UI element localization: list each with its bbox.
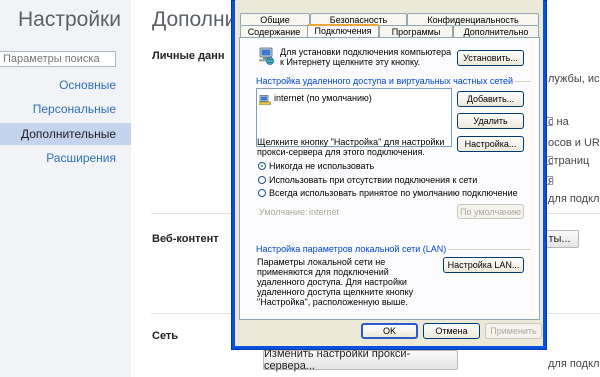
radio-never-label[interactable]: Никогда не использовать bbox=[269, 161, 374, 171]
nav-item-basics[interactable]: Основные bbox=[0, 74, 131, 96]
settings-title: Настройки bbox=[18, 8, 121, 31]
page-title: Дополни bbox=[152, 8, 237, 31]
settings-text-fragment: для подкл bbox=[548, 358, 600, 370]
section-webcontent-heading: Веб-контент bbox=[152, 233, 219, 245]
set-default-button[interactable]: По умолчанию bbox=[457, 204, 524, 219]
default-label: Умолчание: bbox=[259, 207, 308, 217]
checkbox-fragment[interactable] bbox=[547, 156, 553, 165]
add-button[interactable]: Добавить... bbox=[457, 91, 524, 107]
default-value: internet bbox=[309, 207, 340, 217]
tab-content[interactable]: Содержание bbox=[240, 25, 308, 37]
setup-button[interactable]: Установить... bbox=[457, 50, 524, 66]
lan-settings-button[interactable]: Настройка LAN... bbox=[443, 257, 524, 273]
settings-text-fragment: для подкл bbox=[548, 193, 600, 205]
dialup-group-title: Настройка удаленного доступа и виртуальн… bbox=[254, 76, 516, 86]
checkbox-fragment[interactable] bbox=[547, 117, 553, 126]
nav-item-advanced[interactable]: Дополнительные bbox=[0, 123, 131, 145]
radio-always[interactable] bbox=[258, 189, 266, 197]
settings-text-fragment: лужбы, исп bbox=[548, 73, 600, 85]
apply-button[interactable]: Применить bbox=[485, 323, 542, 339]
tab-general[interactable]: Общие bbox=[240, 13, 310, 25]
radio-never[interactable] bbox=[258, 162, 266, 170]
radio-always-label[interactable]: Всегда использовать принятое по умолчани… bbox=[269, 188, 518, 198]
connection-item[interactable]: internet (по умолчанию) bbox=[274, 93, 372, 103]
tab-programs[interactable]: Программы bbox=[379, 25, 453, 37]
settings-text-fragment: страниц bbox=[548, 155, 590, 167]
radio-when-no-network-label[interactable]: Использовать при отсутствии подключения … bbox=[269, 175, 477, 185]
cancel-button[interactable]: Отмена bbox=[423, 323, 480, 339]
proxy-settings-button[interactable]: Изменить настройки прокси-сервера... bbox=[263, 348, 458, 372]
lan-group-title: Настройка параметров локальной сети (LAN… bbox=[254, 244, 449, 254]
proxy-hint-text: Щелкните кнопку "Настройка" для настройк… bbox=[257, 137, 445, 157]
nav-item-extensions[interactable]: Расширения bbox=[0, 147, 131, 169]
tab-advanced[interactable]: Дополнительно bbox=[453, 25, 539, 37]
tab-connections[interactable]: Подключения bbox=[307, 24, 379, 37]
section-network-heading: Сеть bbox=[152, 330, 179, 342]
lan-description: Параметры локальной сети не применяются … bbox=[257, 257, 414, 307]
settings-search-input[interactable] bbox=[0, 51, 116, 67]
settings-button[interactable]: Настройка... bbox=[457, 136, 524, 152]
radio-when-no-network[interactable] bbox=[258, 176, 266, 184]
settings-text-fragment: осов и URL bbox=[548, 137, 600, 149]
dialup-connection-icon bbox=[258, 92, 272, 105]
remove-button[interactable]: Удалить bbox=[457, 113, 524, 129]
network-computer-icon bbox=[257, 47, 275, 65]
tab-privacy[interactable]: Конфиденциальность bbox=[407, 13, 539, 25]
section-personal-heading: Личные данн bbox=[152, 50, 225, 62]
nav-item-personal[interactable]: Персональные bbox=[0, 98, 131, 120]
checkbox-fragment[interactable] bbox=[547, 176, 553, 185]
setup-description: Для установки подключения компьютера к И… bbox=[280, 47, 452, 67]
ok-button[interactable]: OK bbox=[361, 323, 418, 339]
